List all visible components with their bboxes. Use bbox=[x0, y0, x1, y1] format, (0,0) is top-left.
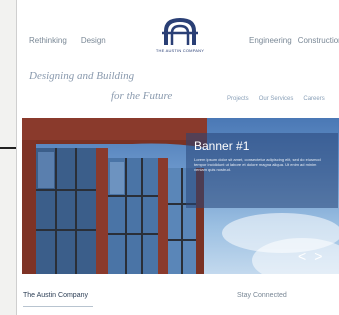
footer-divider bbox=[23, 306, 93, 307]
slider-controls: < > bbox=[298, 248, 322, 264]
logo-mark-icon bbox=[162, 17, 198, 45]
main-nav-right: Engineering Construction bbox=[249, 36, 339, 45]
tagline-line1: Designing and Building bbox=[29, 70, 135, 82]
util-link-projects[interactable]: Projects bbox=[227, 96, 249, 102]
website-frame: Rethinking Design THE AUSTIN COMPANY Eng… bbox=[16, 0, 339, 315]
company-logo[interactable]: THE AUSTIN COMPANY bbox=[155, 17, 205, 67]
chevron-left-icon[interactable]: < bbox=[298, 248, 306, 264]
banner-caption-box: Banner #1 Lorem ipsum dolor sit amet, co… bbox=[186, 133, 338, 208]
utility-links: Projects Our Services Careers bbox=[227, 96, 325, 102]
banner-title: Banner #1 bbox=[194, 139, 250, 153]
nav-item-rethinking[interactable]: Rethinking bbox=[29, 36, 67, 45]
main-nav-left: Rethinking Design bbox=[29, 36, 106, 45]
tagline-line2: for the Future bbox=[111, 90, 173, 102]
banner-text: Lorem ipsum dolor sit amet, consectetur … bbox=[194, 157, 321, 172]
building-image bbox=[22, 118, 207, 274]
logo-text: THE AUSTIN COMPANY bbox=[155, 48, 205, 53]
util-link-services[interactable]: Our Services bbox=[259, 96, 294, 102]
chevron-right-icon[interactable]: > bbox=[314, 248, 322, 264]
util-link-careers[interactable]: Careers bbox=[303, 96, 324, 102]
nav-item-construction[interactable]: Construction bbox=[298, 36, 339, 45]
hero-banner[interactable]: Banner #1 Lorem ipsum dolor sit amet, co… bbox=[22, 118, 339, 274]
nav-item-design[interactable]: Design bbox=[81, 36, 106, 45]
nav-item-engineering[interactable]: Engineering bbox=[249, 36, 292, 45]
footer-stay-connected[interactable]: Stay Connected bbox=[237, 292, 287, 299]
footer-company-name: The Austin Company bbox=[23, 292, 88, 299]
